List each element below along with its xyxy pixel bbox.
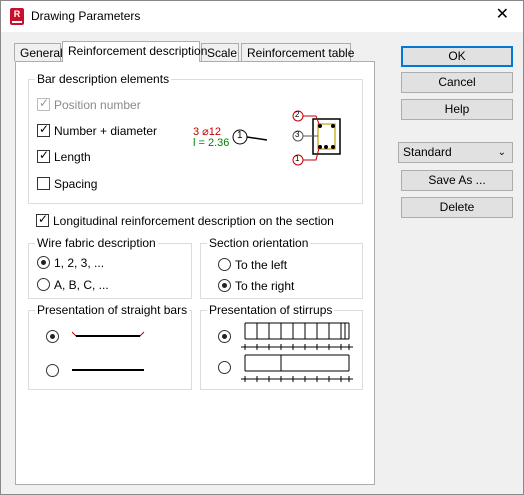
dialog-window: R Drawing Parameters ✕ General Reinforce… bbox=[0, 0, 524, 495]
orientation-right-label: To the right bbox=[235, 279, 295, 293]
help-button[interactable]: Help bbox=[401, 99, 513, 120]
preview-tag-3: 3 bbox=[295, 130, 300, 139]
window-title: Drawing Parameters bbox=[31, 9, 141, 23]
standard-select-value: Standard bbox=[403, 145, 452, 159]
ok-button[interactable]: OK bbox=[401, 46, 513, 67]
longitudinal-checkbox[interactable]: ✓ bbox=[36, 212, 49, 227]
tab-panel: Bar description elements ✓ Position numb… bbox=[15, 61, 375, 485]
section-orientation-title: Section orientation bbox=[207, 236, 311, 250]
wire-fabric-group: Wire fabric description 1, 2, 3, ... A, … bbox=[28, 236, 192, 299]
preview-tag-2: 2 bbox=[295, 110, 300, 119]
standard-select[interactable]: Standard ⌄ bbox=[398, 142, 513, 163]
checkmark-icon: ✓ bbox=[38, 212, 49, 226]
orientation-left-radio[interactable] bbox=[218, 258, 231, 271]
orientation-right-radio[interactable] bbox=[218, 279, 231, 292]
app-icon: R bbox=[10, 8, 24, 25]
bar-description-group: Bar description elements ✓ Position numb… bbox=[28, 72, 363, 204]
preview-tag-1-bottom: 1 bbox=[295, 154, 300, 163]
stirrups-group: Presentation of stirrups bbox=[200, 303, 363, 390]
tab-reinforcement-table[interactable]: Reinforcement table bbox=[241, 43, 354, 61]
wire-fabric-numbers-radio[interactable] bbox=[37, 256, 50, 269]
longitudinal-label: Longitudinal reinforcement description o… bbox=[53, 214, 334, 228]
close-icon[interactable]: ✕ bbox=[496, 6, 509, 24]
section-orientation-group: Section orientation To the left To the r… bbox=[200, 236, 363, 299]
title-bar: R Drawing Parameters ✕ bbox=[1, 1, 523, 32]
stirrups-preview-icon bbox=[241, 322, 353, 382]
delete-button[interactable]: Delete bbox=[401, 197, 513, 218]
tab-general[interactable]: General bbox=[14, 43, 63, 61]
wire-fabric-title: Wire fabric description bbox=[35, 236, 158, 250]
wire-fabric-letters-radio[interactable] bbox=[37, 278, 50, 291]
wire-fabric-numbers-label: 1, 2, 3, ... bbox=[54, 256, 105, 270]
tab-reinforcement-description[interactable]: Reinforcement description bbox=[62, 41, 207, 62]
chevron-down-icon: ⌄ bbox=[497, 147, 506, 158]
straight-bars-preview-icon bbox=[71, 331, 145, 371]
cancel-button[interactable]: Cancel bbox=[401, 72, 513, 93]
preview-tag-1: 1 bbox=[237, 130, 243, 141]
save-as-button[interactable]: Save As ... bbox=[401, 170, 513, 191]
orientation-left-label: To the left bbox=[235, 258, 288, 272]
bar-description-preview-icon bbox=[232, 110, 341, 166]
wire-fabric-letters-label: A, B, C, ... bbox=[54, 278, 109, 292]
straight-bars-group: Presentation of straight bars bbox=[28, 303, 192, 390]
